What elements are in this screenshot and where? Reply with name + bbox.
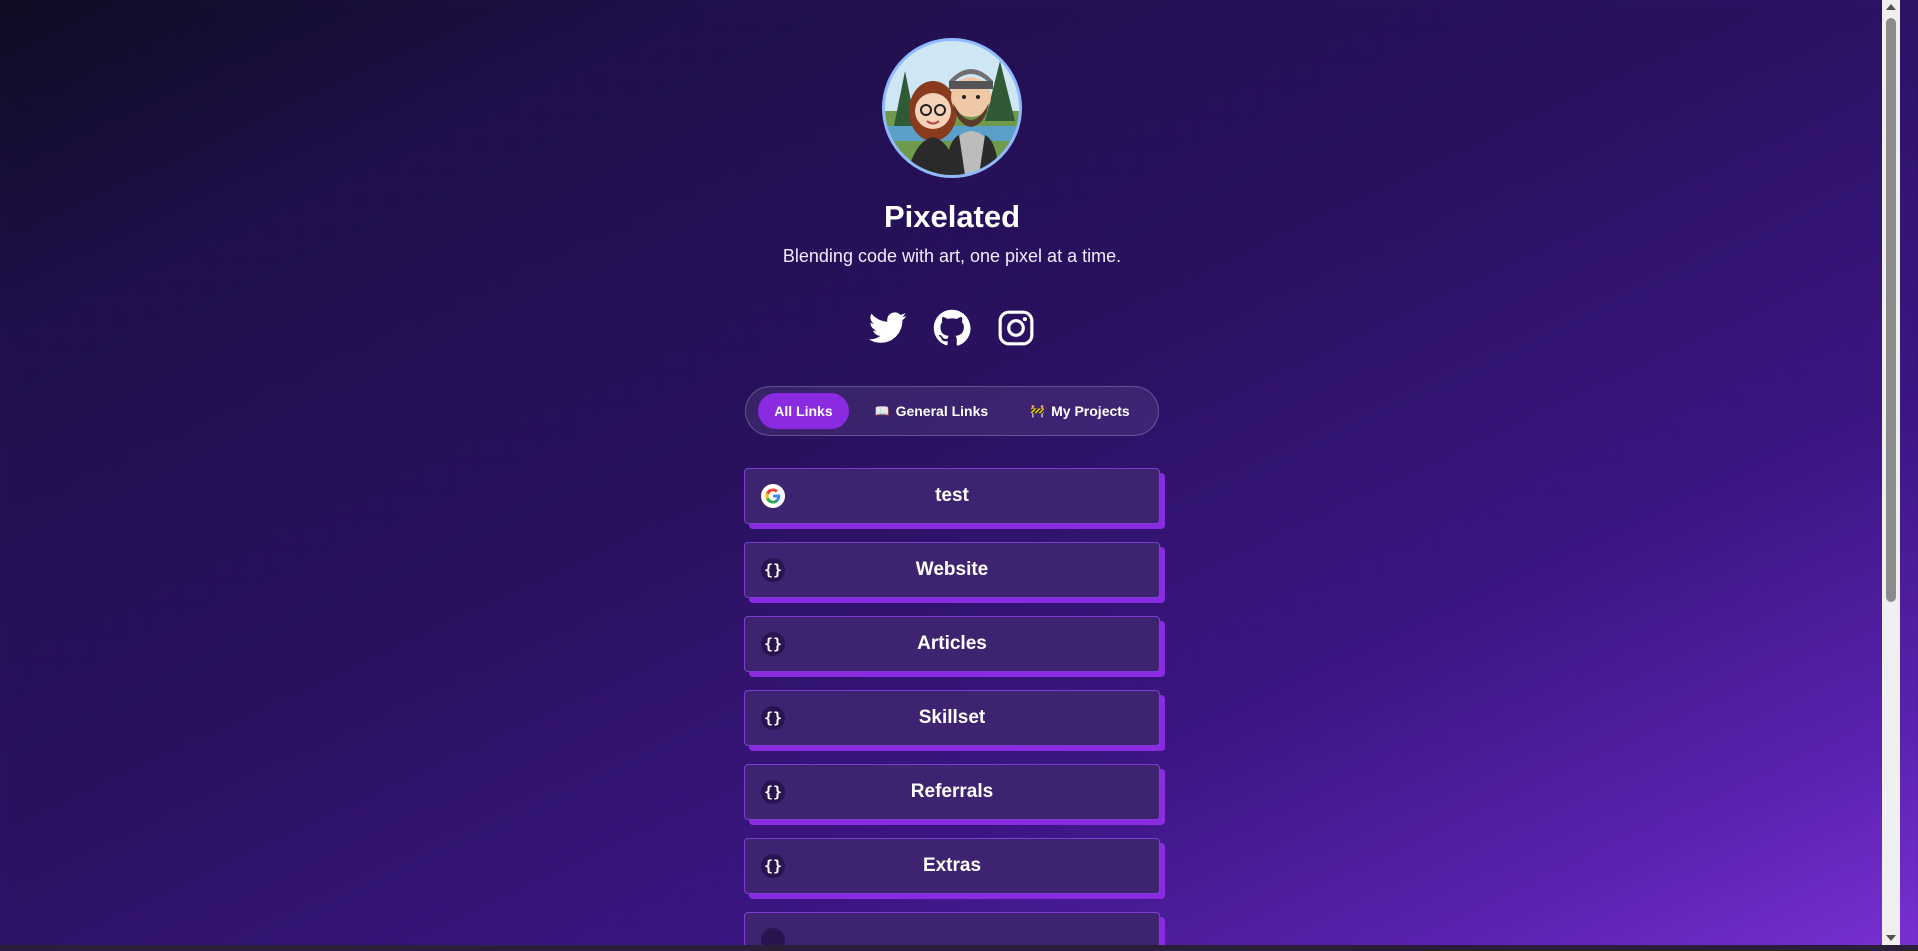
window-bottom-edge [0, 945, 1918, 951]
link-label: Skillset [918, 707, 986, 728]
profile-name: Pixelated [883, 199, 1021, 234]
code-brace-icon: {} [761, 854, 785, 878]
google-icon [761, 484, 785, 508]
link-filter-tabs: All Links 📖 General Links 🚧 My Projects [745, 386, 1159, 436]
link-button-referrals[interactable]: {} Referrals [744, 764, 1160, 820]
link-label: Website [915, 559, 989, 580]
instagram-icon[interactable] [996, 308, 1036, 348]
code-brace-icon: {} [761, 632, 785, 656]
link-button-articles[interactable]: {} Articles [744, 616, 1160, 672]
tab-my-projects[interactable]: 🚧 My Projects [1014, 393, 1146, 429]
tab-all-links[interactable]: All Links [758, 393, 849, 429]
tab-label: General Links [895, 403, 989, 419]
link-label: test [935, 485, 969, 506]
link-button-website[interactable]: {} Website [744, 542, 1160, 598]
link-list: test {} Website {} Articles {} Skillset … [744, 468, 1160, 951]
link-label: Extras [922, 855, 982, 876]
link-label: Articles [917, 633, 987, 654]
social-links [868, 308, 1036, 348]
code-brace-icon: {} [761, 706, 785, 730]
code-brace-icon: {} [761, 558, 785, 582]
twitter-icon[interactable] [868, 308, 908, 348]
scrollbar[interactable] [1882, 0, 1900, 945]
tab-label: All Links [774, 403, 833, 419]
code-brace-icon: {} [761, 780, 785, 804]
book-icon: 📖 [874, 404, 890, 418]
link-button-extras[interactable]: {} Extras [744, 838, 1160, 894]
scroll-up-icon[interactable] [1886, 4, 1896, 10]
github-icon[interactable] [932, 308, 972, 348]
scroll-down-icon[interactable] [1886, 935, 1896, 941]
profile-tagline: Blending code with art, one pixel at a t… [782, 246, 1122, 266]
construction-icon: 🚧 [1030, 404, 1046, 418]
profile-section: Pixelated Blending code with art, one pi… [0, 38, 1904, 951]
page: Pixelated Blending code with art, one pi… [0, 0, 1900, 951]
tab-label: My Projects [1051, 403, 1130, 419]
tab-general-links[interactable]: 📖 General Links [859, 393, 1005, 429]
scrollbar-thumb[interactable] [1886, 18, 1896, 602]
link-label: Referrals [910, 781, 994, 802]
avatar [882, 38, 1022, 178]
link-button-skillset[interactable]: {} Skillset [744, 690, 1160, 746]
link-button-test[interactable]: test [744, 468, 1160, 524]
